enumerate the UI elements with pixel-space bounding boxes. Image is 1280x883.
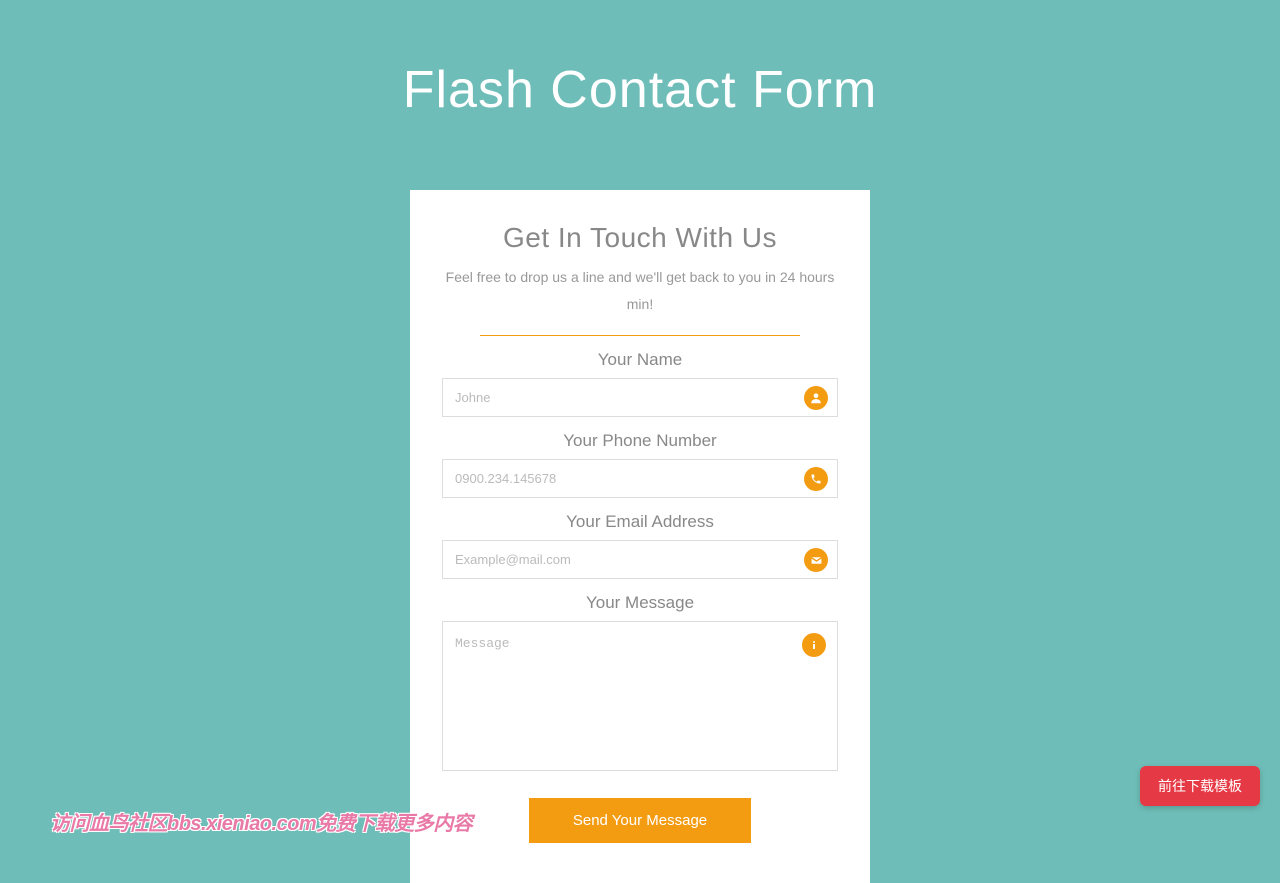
message-input-wrap <box>442 621 838 776</box>
name-label: Your Name <box>442 350 838 370</box>
submit-button[interactable]: Send Your Message <box>529 798 751 843</box>
phone-input[interactable] <box>442 459 838 498</box>
name-input-wrap <box>442 378 838 417</box>
message-input[interactable] <box>442 621 838 771</box>
mail-icon <box>804 548 828 572</box>
email-label: Your Email Address <box>442 512 838 532</box>
watermark-text: 访问血鸟社区bbs.xieniao.com免费下载更多内容 <box>50 807 472 836</box>
message-label: Your Message <box>442 593 838 613</box>
phone-icon <box>804 467 828 491</box>
card-title: Get In Touch With Us <box>442 222 838 254</box>
email-input-wrap <box>442 540 838 579</box>
info-icon <box>802 633 826 657</box>
name-input[interactable] <box>442 378 838 417</box>
card-subtitle: Feel free to drop us a line and we'll ge… <box>442 264 838 317</box>
phone-input-wrap <box>442 459 838 498</box>
email-input[interactable] <box>442 540 838 579</box>
page-title: Flash Contact Form <box>0 0 1280 160</box>
download-template-button[interactable]: 前往下载模板 <box>1140 766 1260 806</box>
person-icon <box>804 386 828 410</box>
phone-label: Your Phone Number <box>442 431 838 451</box>
contact-card: Get In Touch With Us Feel free to drop u… <box>410 190 870 883</box>
divider <box>480 335 800 336</box>
